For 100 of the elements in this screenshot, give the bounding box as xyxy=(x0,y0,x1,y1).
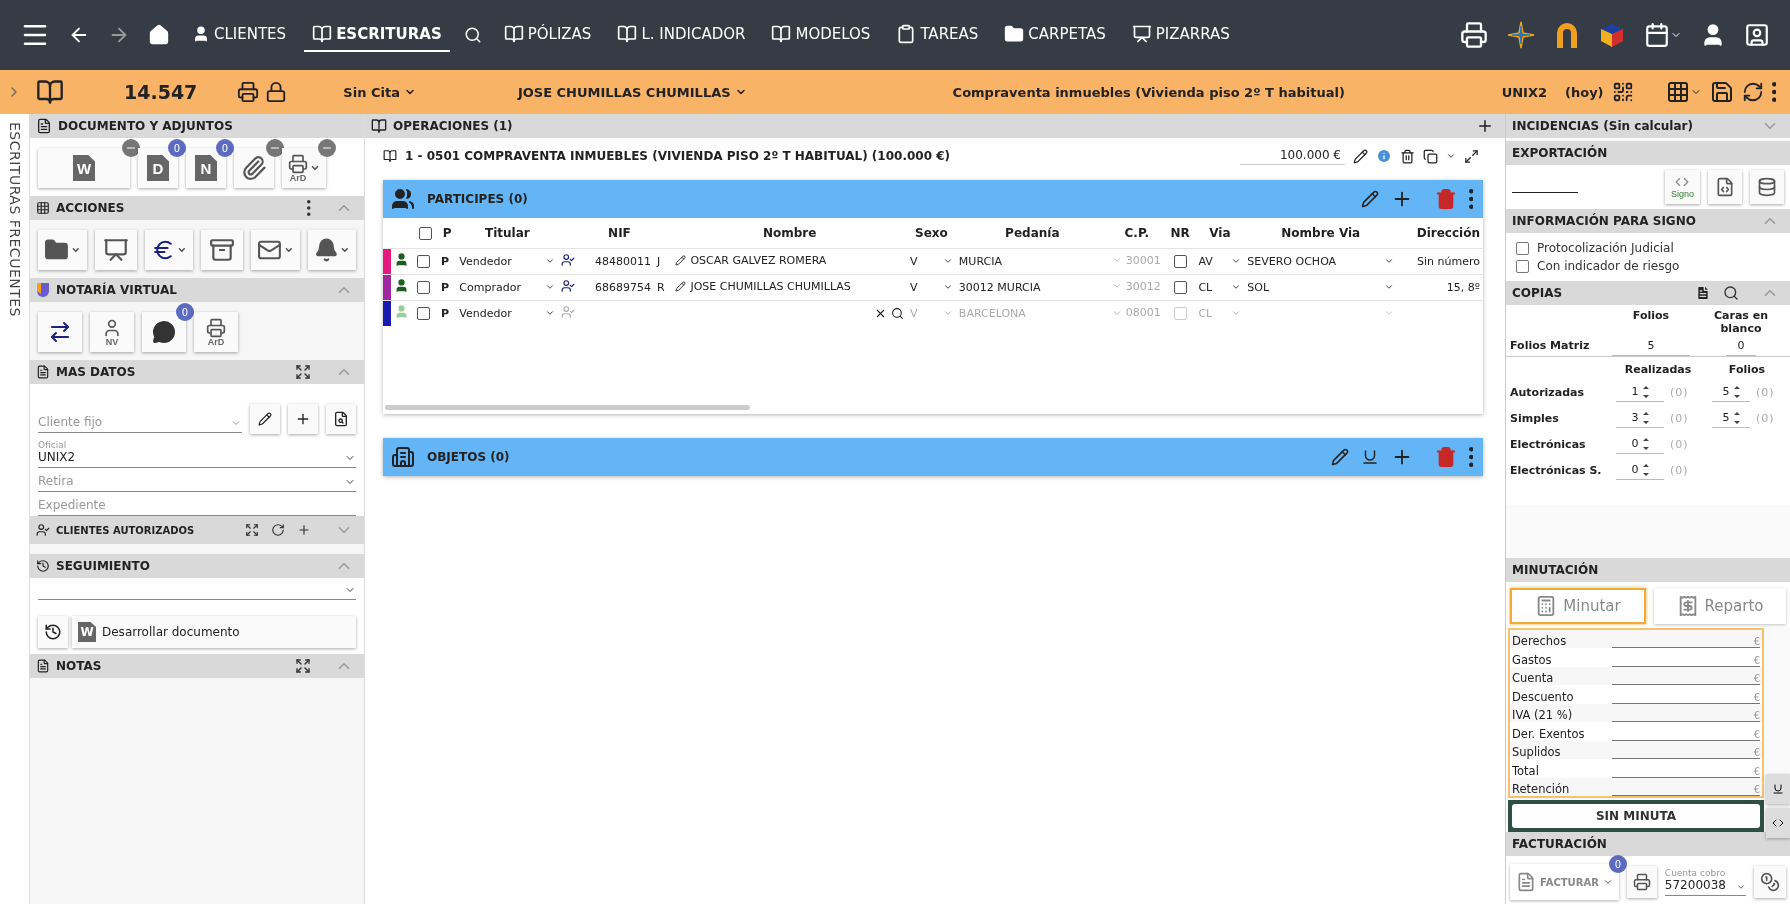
row-label: Suplidos xyxy=(1512,745,1562,759)
section-title: NOTAS xyxy=(56,659,103,673)
side-tab[interactable]: ESCRITURAS FRECUENTES xyxy=(6,122,23,317)
table-cell: R xyxy=(654,274,673,300)
number-field[interactable]: 0 xyxy=(1616,434,1664,454)
sex-dropdown[interactable]: V xyxy=(909,254,953,268)
pending-count: (0) xyxy=(1756,411,1776,425)
column-header: P xyxy=(438,218,457,248)
column-header: NR xyxy=(1164,218,1196,248)
role-dropdown[interactable]: Comprador xyxy=(459,280,556,294)
number-field[interactable]: 5 xyxy=(1612,335,1690,356)
sex-dropdown[interactable]: V xyxy=(909,280,953,294)
table-cell: Sin número xyxy=(1397,248,1483,274)
client-dropdown[interactable]: JOSE CHUMILLAS CHUMILLAS xyxy=(511,83,753,101)
number-field[interactable]: 0 xyxy=(1616,460,1664,480)
via-dropdown[interactable]: CL xyxy=(1198,280,1242,294)
pending-count: (0) xyxy=(1670,437,1690,451)
section-title: CLIENTES AUTORIZADOS xyxy=(56,524,196,536)
name-field[interactable]: OSCAR GALVEZ ROMERA xyxy=(675,253,827,267)
column-header: Folios xyxy=(1727,363,1767,376)
column-header: Titular xyxy=(456,218,559,248)
option-checkbox[interactable]: Con indicador de riesgo xyxy=(1506,257,1790,275)
row-label: Electrónicas S. xyxy=(1510,463,1603,477)
district-dropdown[interactable]: 30012 MURCIA xyxy=(958,280,1041,294)
document-icon: W xyxy=(73,155,95,181)
street-dropdown[interactable]: SOL xyxy=(1247,280,1395,294)
column-header: Folios xyxy=(1631,309,1671,324)
section-title: NOTARÍA VIRTUAL xyxy=(56,283,178,297)
number-field[interactable]: 0 xyxy=(1726,335,1756,356)
date-label: (hoy) xyxy=(1565,84,1604,100)
pending-count: (0) xyxy=(1670,463,1690,477)
nav-tab[interactable]: CARPETAS xyxy=(996,18,1114,52)
scanner-icon: ArD xyxy=(206,317,226,347)
row-label: Electrónicas xyxy=(1510,437,1587,451)
pending-count: (0) xyxy=(1670,385,1690,399)
notary-button[interactable]: NV xyxy=(90,312,134,352)
column-header: Nombre xyxy=(672,218,907,248)
column-header: Nombre Via xyxy=(1244,218,1398,248)
count-badge: 0 xyxy=(168,139,186,157)
pending-count: (0) xyxy=(1670,411,1690,425)
document-button[interactable]: ArD xyxy=(282,148,326,188)
number-field[interactable]: 5 xyxy=(1712,408,1750,428)
option-checkbox[interactable]: Protocolización Judicial xyxy=(1506,239,1790,257)
table-cell: P xyxy=(438,274,457,300)
column-header: Caras en blanco xyxy=(1713,309,1769,335)
street-dropdown[interactable]: SEVERO OCHOA xyxy=(1247,254,1395,268)
scanner-icon: ArD xyxy=(288,153,308,183)
section-title: OPERACIONES (1) xyxy=(393,119,514,133)
column-header: C.P. xyxy=(1108,218,1165,248)
clerk-dropdown[interactable]: Oficial UNIX2 xyxy=(38,440,356,468)
document-button[interactable]: W xyxy=(38,148,130,188)
section-title: COPIAS xyxy=(1512,286,1564,300)
row-label: Cuenta xyxy=(1512,671,1555,685)
signo-button[interactable]: Signo xyxy=(1664,170,1700,204)
nav-tab[interactable]: ESCRITURAS xyxy=(304,18,450,52)
row-label: IVA (21 %) xyxy=(1512,708,1574,722)
section-title: SEGUIMIENTO xyxy=(56,559,151,573)
section-title: FACTURACIÓN xyxy=(1512,837,1608,851)
number-field[interactable]: 1 xyxy=(1616,382,1664,402)
section-title: MAS DATOS xyxy=(56,365,137,379)
table-cell: 68689754 xyxy=(584,274,655,300)
deed-description: Compraventa inmuebles (Vivienda piso 2º T habitual) xyxy=(952,84,1345,100)
row-label: Retención xyxy=(1512,782,1571,796)
section-title: INCIDENCIAS (Sin calcular) xyxy=(1512,119,1694,133)
nav-tab[interactable]: PIZARRAS xyxy=(1123,18,1238,52)
row-label: Total xyxy=(1512,763,1540,778)
amount-field: 100.000 € xyxy=(1239,147,1345,165)
status-button[interactable]: SIN MINUTA xyxy=(1512,804,1760,828)
section-title: MINUTACIÓN xyxy=(1512,562,1600,577)
card-title: PARTICIPES (0) xyxy=(427,192,529,206)
nav-tab[interactable]: TAREAS xyxy=(888,18,987,52)
row-label: Autorizadas xyxy=(1510,385,1586,399)
table-cell: J xyxy=(654,248,673,274)
nav-tab[interactable]: PÓLIZAS xyxy=(495,18,600,52)
role-dropdown[interactable]: Vendedor xyxy=(459,254,556,268)
section-title: INFORMACIÓN PARA SIGNO xyxy=(1512,214,1697,228)
column-header: Realizadas xyxy=(1623,363,1693,376)
tool-button[interactable]: Minutar xyxy=(1510,587,1646,624)
notary-button[interactable]: ArD xyxy=(194,312,238,352)
document-icon: W xyxy=(78,622,96,642)
section-title: DOCUMENTO Y ADJUNTOS xyxy=(58,119,234,133)
number-field[interactable]: 3 xyxy=(1616,408,1664,428)
number-field[interactable]: 5 xyxy=(1712,382,1750,402)
row-label: Der. Exentos xyxy=(1512,726,1586,741)
tool-button[interactable]: Reparto xyxy=(1654,587,1786,624)
develop-document-button[interactable]: W Desarrollar documento xyxy=(72,616,356,648)
card-title: OBJETOS (0) xyxy=(427,450,511,464)
district-dropdown[interactable]: MURCIA xyxy=(958,254,1002,268)
table-cell: 48480011 xyxy=(584,248,655,274)
record-number: 14.547 xyxy=(124,81,198,103)
appointment-dropdown[interactable]: Sin Cita xyxy=(337,83,422,101)
nav-tab[interactable]: MODELOS xyxy=(763,18,879,52)
via-dropdown[interactable]: AV xyxy=(1198,254,1242,268)
nav-tab[interactable]: CLIENTES xyxy=(184,19,295,51)
row-label: Simples xyxy=(1510,411,1560,425)
name-field[interactable]: JOSE CHUMILLAS CHUMILLAS xyxy=(675,279,851,293)
account-dropdown[interactable]: Cuenta cobro 57200038 xyxy=(1664,868,1746,896)
nav-tab[interactable]: L. INDICADOR xyxy=(609,18,754,52)
document-icon: N xyxy=(195,155,217,181)
user-name: UNIX2 xyxy=(1501,84,1547,100)
